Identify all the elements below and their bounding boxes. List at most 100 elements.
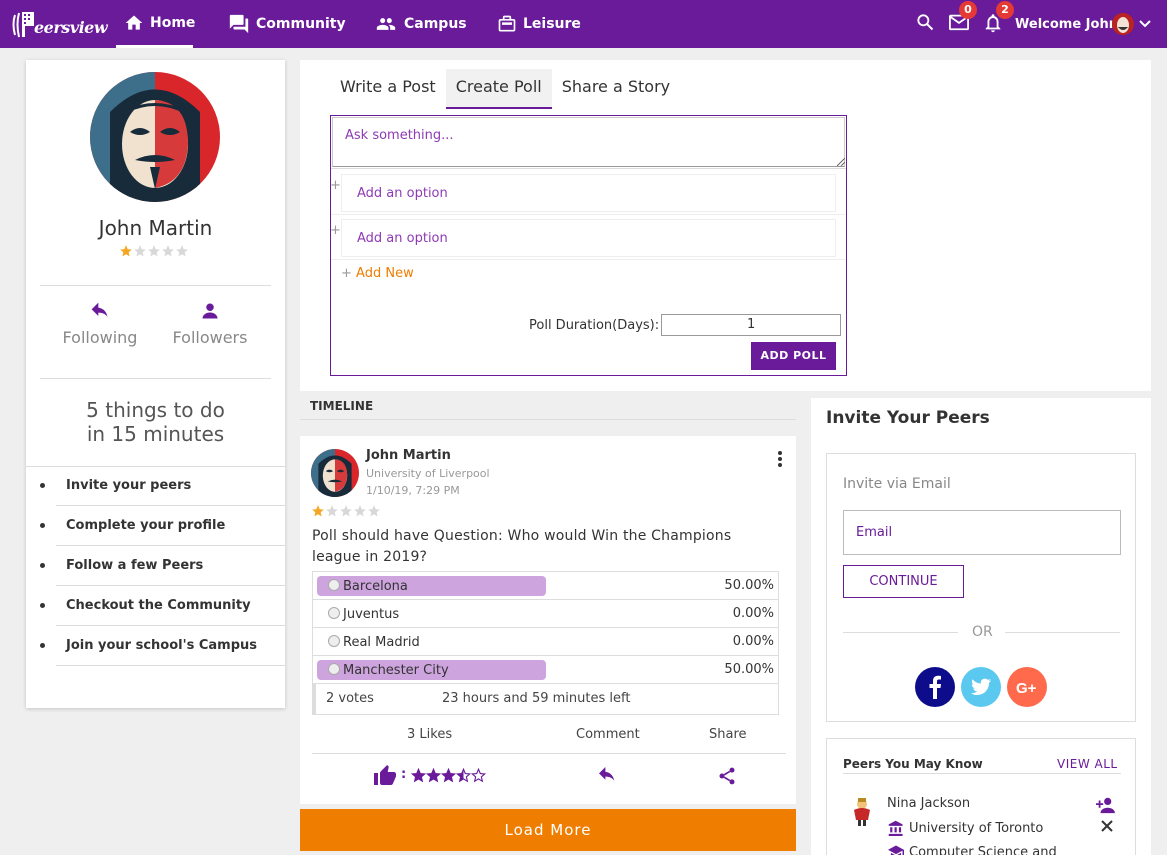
likes-count[interactable]: 3 Likes (407, 727, 452, 742)
post-author-avatar[interactable] (311, 449, 359, 497)
people-icon (374, 14, 404, 34)
radio-icon[interactable] (328, 607, 340, 619)
peer-avatar[interactable] (849, 796, 875, 826)
resize-handle-icon[interactable] (837, 158, 845, 166)
poll-question-input[interactable]: Ask something... (332, 117, 845, 167)
mail-button[interactable]: 0 (948, 1, 977, 32)
comment-button[interactable] (597, 767, 617, 783)
add-new-option-button[interactable]: + Add New (341, 266, 414, 281)
todo-item-complete-profile[interactable]: Complete your profile (40, 506, 285, 546)
todo-item-follow-peers[interactable]: Follow a few Peers (40, 546, 285, 586)
post-stats: 3 Likes Comment Share (300, 727, 796, 747)
google-plus-icon: G+ (1007, 667, 1047, 707)
email-field[interactable]: Email (843, 510, 1121, 555)
post-author-rating (311, 504, 381, 518)
poll-option-label: Barcelona (343, 579, 408, 594)
comment-label[interactable]: Comment (576, 727, 640, 742)
poll-results: Barcelona 50.00% Juventus 0.00% Real Mad… (312, 571, 779, 715)
post-author-name[interactable]: John Martin (366, 448, 451, 463)
poll-option-input-1[interactable]: + Add an option (330, 174, 836, 212)
google-plus-button[interactable]: G+ (1007, 667, 1047, 707)
radio-icon[interactable] (328, 663, 340, 675)
star-icon (162, 245, 174, 257)
welcome-text: Welcome John (1015, 16, 1118, 32)
nav-leisure[interactable]: Leisure (497, 0, 581, 48)
more-options-icon[interactable] (778, 451, 782, 467)
star-icon (368, 505, 380, 517)
dismiss-icon[interactable] (1100, 819, 1114, 833)
graduation-cap-icon (887, 844, 909, 855)
following-button[interactable]: Following (60, 302, 140, 347)
poll-question: Poll should have Question: Who would Win… (312, 528, 732, 565)
invite-via-email-label: Invite via Email (843, 476, 951, 492)
add-friend-icon[interactable] (1094, 796, 1116, 814)
poll-option-percent: 0.00% (732, 606, 774, 621)
poll-form: Ask something... + Add an option + Add a… (330, 115, 847, 376)
divider (331, 259, 846, 260)
profile-rating (119, 244, 189, 258)
continue-button[interactable]: CONTINUE (843, 565, 964, 598)
poll-option-row[interactable]: Barcelona 50.00% (313, 572, 778, 600)
post-timestamp: 1/10/19, 7:29 PM (366, 484, 460, 497)
poll-footer-accent (312, 684, 316, 714)
star-icon (354, 505, 366, 517)
like-button[interactable] (373, 764, 397, 786)
peer-program: Computer Science and (887, 844, 1057, 855)
reaction-rating[interactable] (411, 768, 486, 783)
user-menu[interactable]: Welcome John (1015, 13, 1152, 35)
peers-card: Peers You May Know VIEW ALL Nina Jackson… (826, 738, 1136, 855)
tab-write-post[interactable]: Write a Post (330, 69, 446, 109)
divider (40, 378, 271, 379)
divider (312, 753, 786, 754)
todo-item-checkout-community[interactable]: Checkout the Community (40, 586, 285, 626)
following-label: Following (62, 328, 138, 347)
tab-share-story[interactable]: Share a Story (552, 69, 680, 109)
reply-arrow-icon (597, 767, 617, 783)
reply-arrow-icon (60, 302, 140, 320)
notifications-button[interactable]: 2 (982, 1, 1014, 33)
poll-duration-input[interactable]: 1 (661, 314, 842, 336)
tab-create-poll[interactable]: Create Poll (445, 69, 552, 109)
star-icon (176, 245, 188, 257)
poll-option-label: Juventus (343, 607, 400, 622)
institution-icon (887, 820, 909, 836)
peersview-logo[interactable]: eersview (12, 8, 108, 40)
todo-item-join-campus[interactable]: Join your school's Campus (40, 626, 285, 666)
star-icon (426, 768, 441, 783)
todo-title-line: 5 things to do (86, 398, 225, 422)
invite-card: Invite via Email Email CONTINUE OR G+ (826, 453, 1136, 722)
star-icon (471, 768, 486, 783)
option-placeholder: Add an option (357, 231, 448, 246)
search-icon[interactable] (915, 12, 935, 32)
todo-item-invite-peers[interactable]: Invite your peers (40, 466, 285, 506)
poll-option-input-2[interactable]: + Add an option (330, 219, 836, 257)
facebook-button[interactable] (915, 667, 955, 707)
post-card: John Martin University of Liverpool 1/10… (300, 436, 796, 804)
divider (331, 168, 846, 169)
peer-school: University of Toronto (887, 820, 1043, 836)
profile-avatar[interactable] (90, 72, 220, 202)
poll-option-row[interactable]: Manchester City 50.00% (313, 656, 778, 684)
timeline-header: TIMELINE (300, 392, 796, 420)
nav-campus[interactable]: Campus (374, 0, 467, 48)
poll-option-row[interactable]: Juventus 0.00% (313, 600, 778, 628)
radio-icon[interactable] (328, 579, 340, 591)
poll-time-left: 23 hours and 59 minutes left (442, 691, 631, 706)
radio-icon[interactable] (328, 635, 340, 647)
chat-icon (228, 13, 256, 35)
star-icon (340, 505, 352, 517)
share-label[interactable]: Share (709, 727, 747, 742)
view-all-link[interactable]: VIEW ALL (1057, 757, 1118, 771)
add-poll-button[interactable]: ADD POLL (751, 342, 836, 370)
peer-name[interactable]: Nina Jackson (887, 796, 970, 811)
followers-button[interactable]: Followers (170, 302, 250, 347)
share-icon (717, 766, 737, 786)
poll-option-row[interactable]: Real Madrid 0.00% (313, 628, 778, 656)
load-more-button[interactable]: Load More (300, 809, 796, 851)
nav-home[interactable]: Home (116, 0, 195, 48)
star-icon (326, 505, 338, 517)
nav-community-label: Community (256, 16, 346, 32)
share-button[interactable] (717, 766, 737, 786)
nav-community[interactable]: Community (228, 0, 346, 48)
twitter-button[interactable] (961, 667, 1001, 707)
